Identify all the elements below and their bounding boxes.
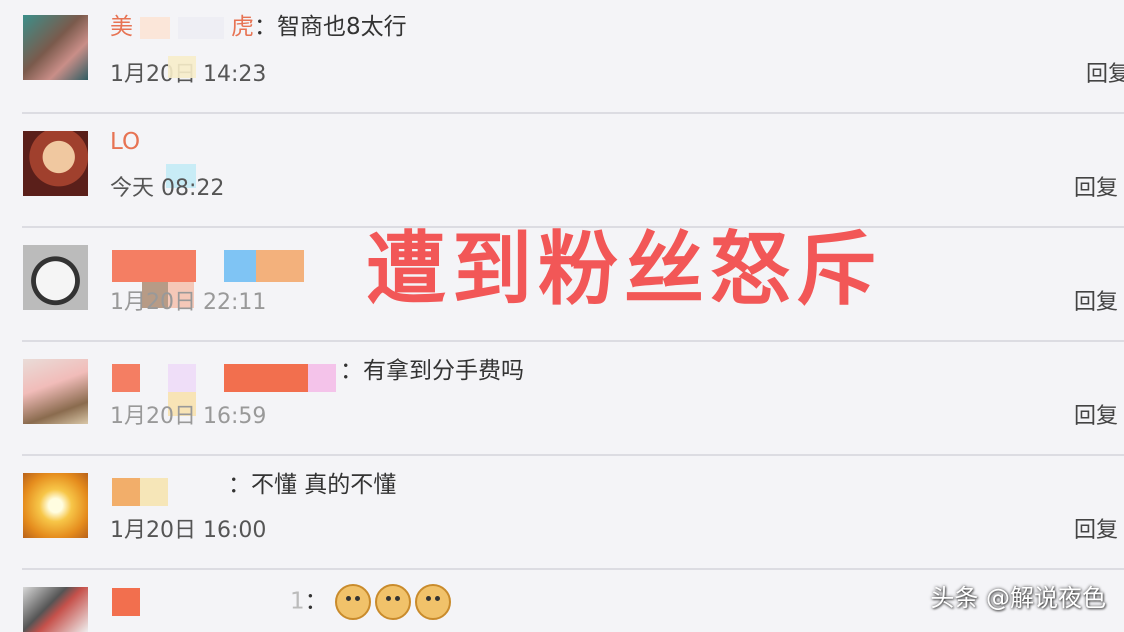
comment-line: 1： <box>290 584 455 620</box>
reply-button[interactable]: 回复 <box>1074 402 1118 432</box>
username[interactable]: LO <box>110 129 140 155</box>
mosaic-blur <box>140 478 168 506</box>
timestamp: 今天 08:22 <box>110 176 225 201</box>
avatar[interactable] <box>23 473 88 538</box>
avatar[interactable] <box>23 245 88 310</box>
comment-item: ：不懂 真的不懂 1月20日 16:00 回复 <box>0 456 1124 570</box>
username-tail[interactable]: 1 <box>290 589 305 615</box>
comment-text: 有拿到分手费吗 <box>363 358 524 384</box>
separator: ： <box>228 472 251 498</box>
comment-line: ：有拿到分手费吗 <box>340 356 524 386</box>
timestamp: 1月20日 16:59 <box>110 404 267 429</box>
mosaic-blur <box>224 364 308 392</box>
mosaic-blur <box>224 250 256 282</box>
comment-text: 智商也8太行 <box>276 14 407 40</box>
comment-line: ：不懂 真的不懂 <box>228 470 396 500</box>
comment-item: LO 今天 08:22 回复 <box>0 114 1124 228</box>
comment-item: 美 虎：智商也8太行 1月20日 14:23 回复 <box>0 0 1124 114</box>
overlay-title: 遭到粉丝怒斥 <box>366 223 882 316</box>
comment-text: 不懂 真的不懂 <box>251 472 397 498</box>
avatar[interactable] <box>23 587 88 632</box>
comment-line: 美 虎：智商也8太行 <box>110 12 407 42</box>
reply-button[interactable]: 回复 <box>1086 60 1124 90</box>
mosaic-blur <box>256 250 304 282</box>
username-tail[interactable]: 虎 <box>231 14 254 40</box>
mosaic-blur <box>168 56 196 78</box>
doge-emoji-icon <box>374 584 411 620</box>
doge-emoji-icon <box>334 584 371 620</box>
mosaic-blur <box>112 364 140 392</box>
reply-button[interactable]: 回复 <box>1074 288 1118 318</box>
doge-emoji-icon <box>414 584 451 620</box>
avatar[interactable] <box>23 359 88 424</box>
reply-button[interactable]: 回复 <box>1074 516 1118 546</box>
timestamp: 1月20日 22:11 <box>110 290 267 315</box>
mosaic-blur <box>177 16 224 39</box>
mosaic-blur <box>140 16 171 39</box>
avatar[interactable] <box>23 15 88 80</box>
mosaic-blur <box>112 478 140 506</box>
separator: ： <box>253 14 277 40</box>
mosaic-blur <box>112 588 140 616</box>
mosaic-blur <box>308 364 336 392</box>
reply-button[interactable]: 回复 <box>1074 174 1118 204</box>
comment-line: LO <box>110 127 140 157</box>
mosaic-blur <box>112 250 196 282</box>
username[interactable]: 美 <box>110 14 133 40</box>
avatar[interactable] <box>23 131 88 196</box>
mosaic-blur <box>168 364 196 392</box>
separator: ： <box>340 358 363 384</box>
separator: ： <box>304 588 328 615</box>
comment-item: ：有拿到分手费吗 1月20日 16:59 回复 <box>0 342 1124 456</box>
timestamp: 1月20日 16:00 <box>110 518 267 543</box>
watermark: 头条 @解说夜色 <box>930 584 1106 612</box>
